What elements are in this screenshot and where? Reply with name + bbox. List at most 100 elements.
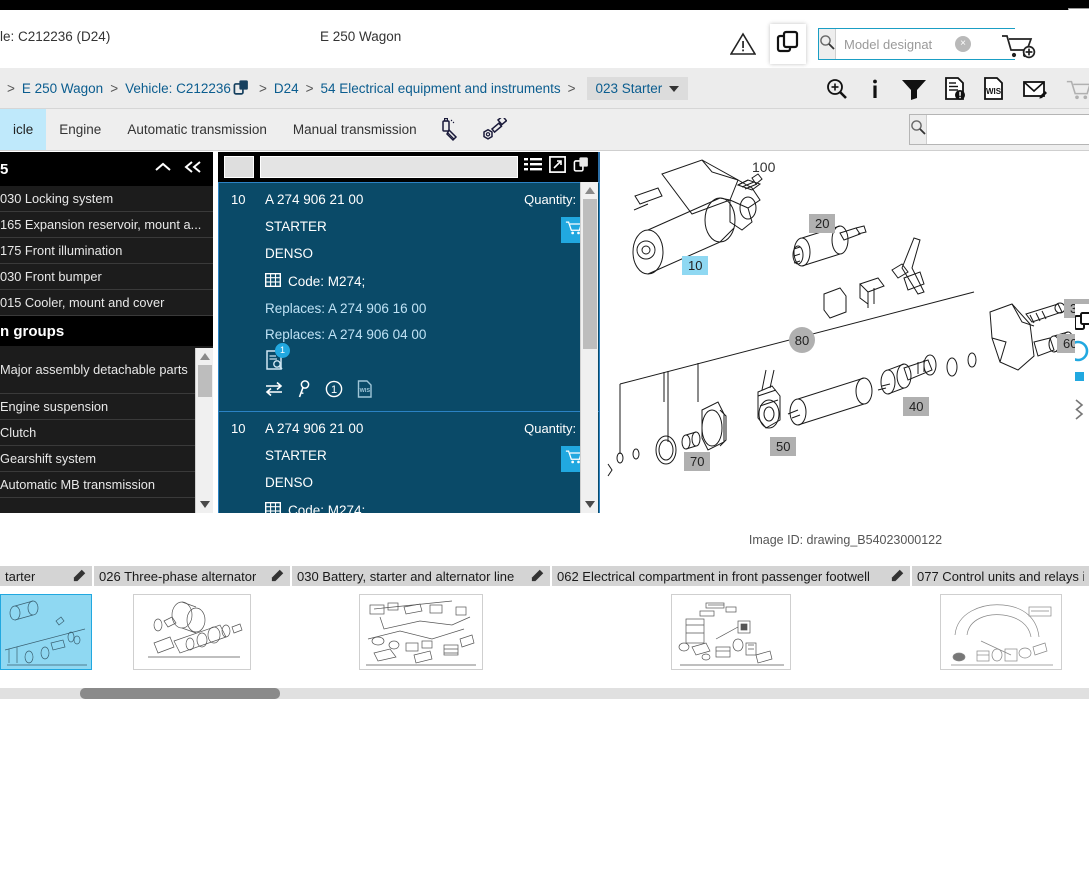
scrollbar-thumb[interactable] <box>80 688 280 699</box>
scroll-down-arrow-icon[interactable] <box>585 501 595 508</box>
sidebar-group-major-assembly[interactable]: Major assembly detachable parts <box>0 346 213 394</box>
sidebar-scrollbar[interactable] <box>195 348 213 513</box>
scrollbar-thumb[interactable] <box>583 199 597 349</box>
list-view-icon[interactable] <box>524 157 542 178</box>
edit-icon[interactable] <box>271 568 285 585</box>
catalog-search-box[interactable] <box>909 114 1089 145</box>
parts-filter-input[interactable] <box>260 156 518 178</box>
callout-80[interactable]: 80 <box>789 327 815 353</box>
parts-list-scrollbar[interactable] <box>580 182 598 513</box>
scroll-up-arrow-icon[interactable] <box>585 187 595 194</box>
callout-100[interactable]: 100 <box>746 158 781 177</box>
tab-manual-transmission[interactable]: Manual transmission <box>280 109 430 150</box>
sidebar-item-locking-system[interactable]: 030 Locking system <box>0 186 213 212</box>
scrollbar-thumb[interactable] <box>198 365 212 397</box>
tab-list: icle Engine Automatic transmission Manua… <box>0 109 516 150</box>
info-icon[interactable] <box>866 77 884 101</box>
cart-add-icon[interactable] <box>1000 32 1036 65</box>
catalog-search-input[interactable] <box>927 115 1089 144</box>
copy-icon[interactable] <box>233 79 250 99</box>
edit-icon[interactable] <box>531 568 545 585</box>
sidebar-group-automatic-mb-transmission[interactable]: Automatic MB transmission <box>0 472 213 498</box>
part-document-indicator[interactable]: 1 <box>265 343 290 370</box>
zoom-in-icon[interactable] <box>825 77 849 101</box>
callout-70[interactable]: 70 <box>684 452 711 471</box>
wis-document-icon[interactable]: WIS <box>983 76 1005 101</box>
table-row[interactable]: 10 A 274 906 21 00 Quantity: 1 STARTER D… <box>218 412 600 513</box>
warning-triangle-icon[interactable] <box>729 32 757 56</box>
copy-icon[interactable] <box>573 156 590 178</box>
scroll-down-arrow-icon[interactable] <box>200 501 210 508</box>
parts-filter-prefix[interactable] <box>224 156 254 178</box>
callout-10[interactable]: 10 <box>682 256 709 275</box>
thumbnail-image[interactable] <box>0 594 92 670</box>
copy-icon[interactable] <box>1075 312 1089 332</box>
thumbnail-item-three-phase-alternator[interactable]: 026 Three-phase alternator <box>94 566 290 682</box>
search-button[interactable] <box>819 29 836 59</box>
part-replaces-2[interactable]: Replaces: A 274 906 04 00 <box>265 327 587 342</box>
mail-edit-icon[interactable] <box>1022 77 1048 101</box>
table-row[interactable]: 10 A 274 906 21 00 Quantity: 1 STARTER D… <box>218 182 600 412</box>
document-alert-icon[interactable] <box>944 76 966 101</box>
sidebar-group-gearshift-system[interactable]: Gearshift system <box>0 446 213 472</box>
circled-one-icon[interactable]: 1 <box>325 380 343 403</box>
horizontal-scrollbar[interactable] <box>0 688 1089 699</box>
copy-button[interactable] <box>770 24 806 64</box>
double-chevron-left-icon[interactable] <box>183 160 203 179</box>
sidebar-item-expansion-reservoir[interactable]: 165 Expansion reservoir, mount a... <box>0 212 213 238</box>
search-button[interactable] <box>910 115 927 144</box>
part-replaces-1[interactable]: Replaces: A 274 906 16 00 <box>265 301 587 316</box>
sidebar-item-cooler-mount-cover[interactable]: 015 Cooler, mount and cover <box>0 290 213 316</box>
chevron-up-icon[interactable] <box>154 160 172 179</box>
tab-vehicle[interactable]: icle <box>0 109 47 150</box>
edit-icon[interactable] <box>891 568 905 585</box>
swap-arrows-icon[interactable] <box>265 381 283 402</box>
filter-icon[interactable] <box>901 77 927 101</box>
breadcrumb-item-subgroup[interactable]: 54 Electrical equipment and instruments <box>320 81 560 96</box>
bookmark-icon[interactable] <box>1075 370 1089 388</box>
thumbnail-image[interactable] <box>939 594 1062 670</box>
thumbnail-image[interactable] <box>133 594 251 670</box>
callout-50[interactable]: 50 <box>770 437 797 456</box>
key-search-icon[interactable] <box>297 380 311 403</box>
expand-icon[interactable] <box>549 156 566 178</box>
model-search-box[interactable] <box>818 28 1028 60</box>
part-number[interactable]: A 274 906 21 00 <box>265 421 524 436</box>
tab-engine[interactable]: Engine <box>46 109 114 150</box>
parts-diagram[interactable]: 100 10 20 30 60 80 40 50 70 Image ID: dr… <box>602 152 1089 565</box>
work-area: 5 030 Locking system 165 Expansion reser… <box>0 152 1089 565</box>
sidebar-item-front-bumper[interactable]: 030 Front bumper <box>0 264 213 290</box>
callout-20[interactable]: 20 <box>809 214 836 233</box>
breadcrumb-item-model[interactable]: E 250 Wagon <box>22 81 103 96</box>
spray-can-icon[interactable] <box>430 109 472 150</box>
thumbnail-image[interactable] <box>671 594 791 670</box>
chevron-right-icon[interactable] <box>1075 396 1089 422</box>
thumbnail-image[interactable] <box>359 594 483 670</box>
svg-text:WIS: WIS <box>986 87 1002 96</box>
thumbnail-item-battery-starter-alternator-line[interactable]: 030 Battery, starter and alternator line <box>292 566 550 682</box>
thumbnail-item-control-units-relays[interactable]: 077 Control units and relays i <box>912 566 1089 682</box>
callout-40[interactable]: 40 <box>903 397 930 416</box>
bolt-nut-icon[interactable] <box>472 109 516 150</box>
thumbnail-item-starter[interactable]: tarter <box>0 566 92 682</box>
sidebar-group-engine-suspension[interactable]: Engine suspension <box>0 394 213 420</box>
thumbnail-strip[interactable]: tarter 026 Three-phase alternator 030 Ba… <box>0 566 1089 682</box>
sidebar-item-front-illumination[interactable]: 175 Front illumination <box>0 238 213 264</box>
breadcrumb-item-vehicle[interactable]: Vehicle: C212236 <box>125 81 231 96</box>
sidebar-group-clutch[interactable]: Clutch <box>0 420 213 446</box>
svg-text:WIS: WIS <box>360 388 371 394</box>
part-number[interactable]: A 274 906 21 00 <box>265 192 524 207</box>
tab-automatic-transmission[interactable]: Automatic transmission <box>114 109 280 150</box>
scroll-up-arrow-icon[interactable] <box>200 353 210 360</box>
parts-panel: 10 A 274 906 21 00 Quantity: 1 STARTER D… <box>218 152 600 513</box>
edit-icon[interactable] <box>73 568 87 585</box>
cart-icon[interactable] <box>1065 77 1089 101</box>
breadcrumb-item-group[interactable]: D24 <box>274 81 299 96</box>
search-icon <box>819 34 835 55</box>
parts-list[interactable]: 10 A 274 906 21 00 Quantity: 1 STARTER D… <box>218 182 600 513</box>
clear-search-icon[interactable]: × <box>955 36 971 52</box>
wis-document-icon[interactable]: WIS <box>357 380 373 403</box>
breadcrumb-active-dropdown[interactable]: 023 Starter <box>586 77 689 100</box>
info-circle-icon[interactable] <box>1075 340 1089 362</box>
thumbnail-item-electrical-compartment-footwell[interactable]: 062 Electrical compartment in front pass… <box>552 566 910 682</box>
